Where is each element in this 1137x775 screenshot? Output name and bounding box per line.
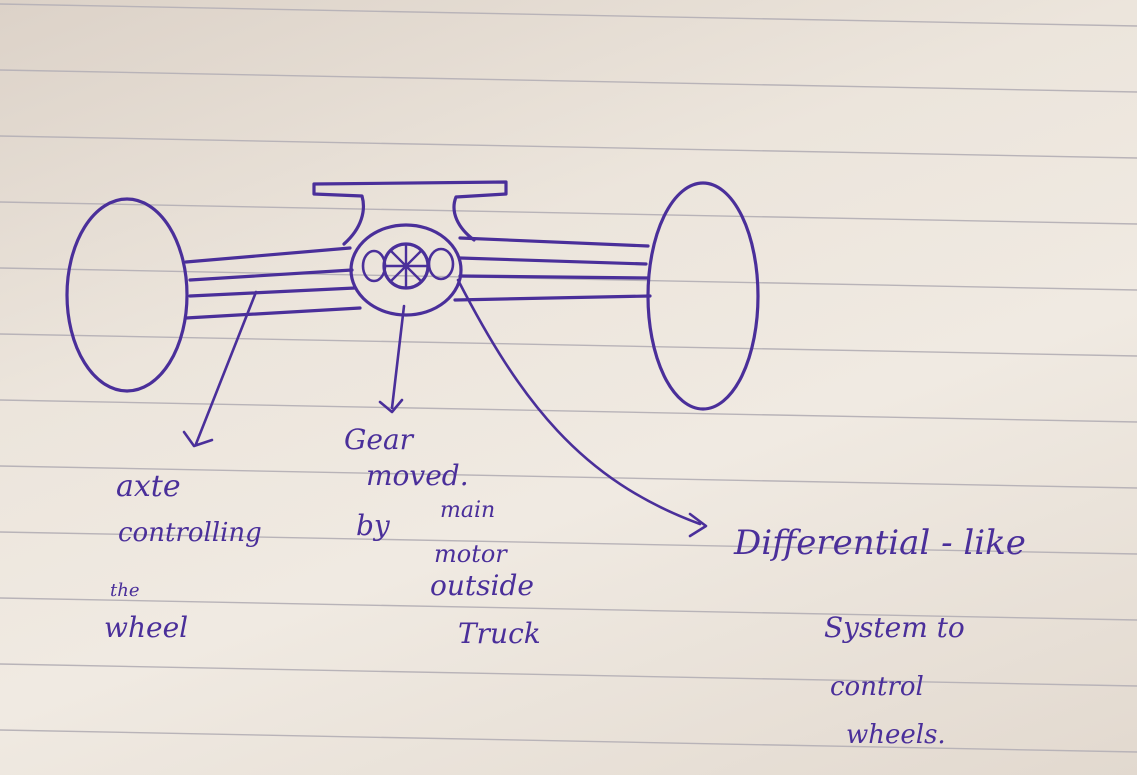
axle-label-line-4: wheel xyxy=(104,611,189,644)
right-pinion xyxy=(427,247,455,281)
axle-label-line-3: the xyxy=(110,580,140,601)
axle-sketch xyxy=(0,3,1137,753)
ruled-line xyxy=(0,135,1137,159)
gear-arrow xyxy=(378,304,406,414)
differential-label-line-3: control xyxy=(830,672,924,702)
ruled-line xyxy=(0,267,1137,291)
gear-spokes xyxy=(382,242,430,290)
gear-label-line-4: main xyxy=(440,498,496,523)
left-pinion xyxy=(361,249,387,283)
ruled-line xyxy=(0,729,1137,753)
differential-arrow xyxy=(456,278,708,538)
ruled-line xyxy=(0,333,1137,357)
differential-label-line-1: Differential - like xyxy=(734,523,1026,563)
gear-label-line-7: Truck xyxy=(458,617,541,650)
axle-label-line-1: axte xyxy=(116,469,181,504)
ruled-line xyxy=(0,399,1137,423)
ruled-line xyxy=(0,663,1137,687)
left-wheel xyxy=(65,197,189,393)
axle-shaft-right xyxy=(458,256,650,280)
notebook-page: axte controlling the wheel Gear moved. b… xyxy=(0,0,1137,775)
differential-label-line-2: System to xyxy=(824,611,965,644)
right-wheel xyxy=(646,181,760,411)
truck-mount xyxy=(312,180,508,246)
ruled-line xyxy=(0,3,1137,27)
ruled-line xyxy=(0,201,1137,225)
gear-label-line-1: Gear xyxy=(344,423,414,456)
axle-label-line-2: controlling xyxy=(118,518,262,548)
gear-label-line-6: outside xyxy=(430,569,534,602)
gear-label-line-2: moved. xyxy=(366,459,469,492)
differential-label-line-4: wheels. xyxy=(846,720,946,750)
ruled-line xyxy=(0,69,1137,93)
gear-label-line-5: motor xyxy=(434,540,507,568)
gear-label-line-3: by xyxy=(356,509,390,542)
